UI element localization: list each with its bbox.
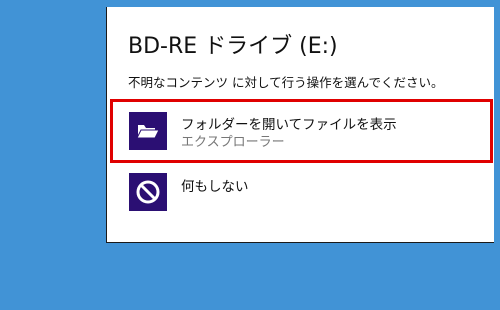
dialog-title: BD-RE ドライブ (E:) bbox=[128, 34, 338, 59]
prohibited-icon bbox=[129, 173, 167, 211]
take-no-action-option[interactable]: 何もしない bbox=[110, 167, 493, 215]
autoplay-dialog: BD-RE ドライブ (E:) 不明なコンテンツ に対して行う操作を選んでくださ… bbox=[106, 7, 494, 243]
dialog-subtitle: 不明なコンテンツ に対して行う操作を選んでください。 bbox=[128, 75, 444, 90]
open-folder-option[interactable]: フォルダーを開いてファイルを表示 エクスプローラー bbox=[110, 99, 493, 163]
open-folder-sublabel: エクスプローラー bbox=[181, 135, 285, 150]
open-folder-label: フォルダーを開いてファイルを表示 bbox=[181, 117, 397, 133]
open-folder-icon bbox=[129, 112, 167, 150]
take-no-action-label: 何もしない bbox=[181, 179, 249, 195]
